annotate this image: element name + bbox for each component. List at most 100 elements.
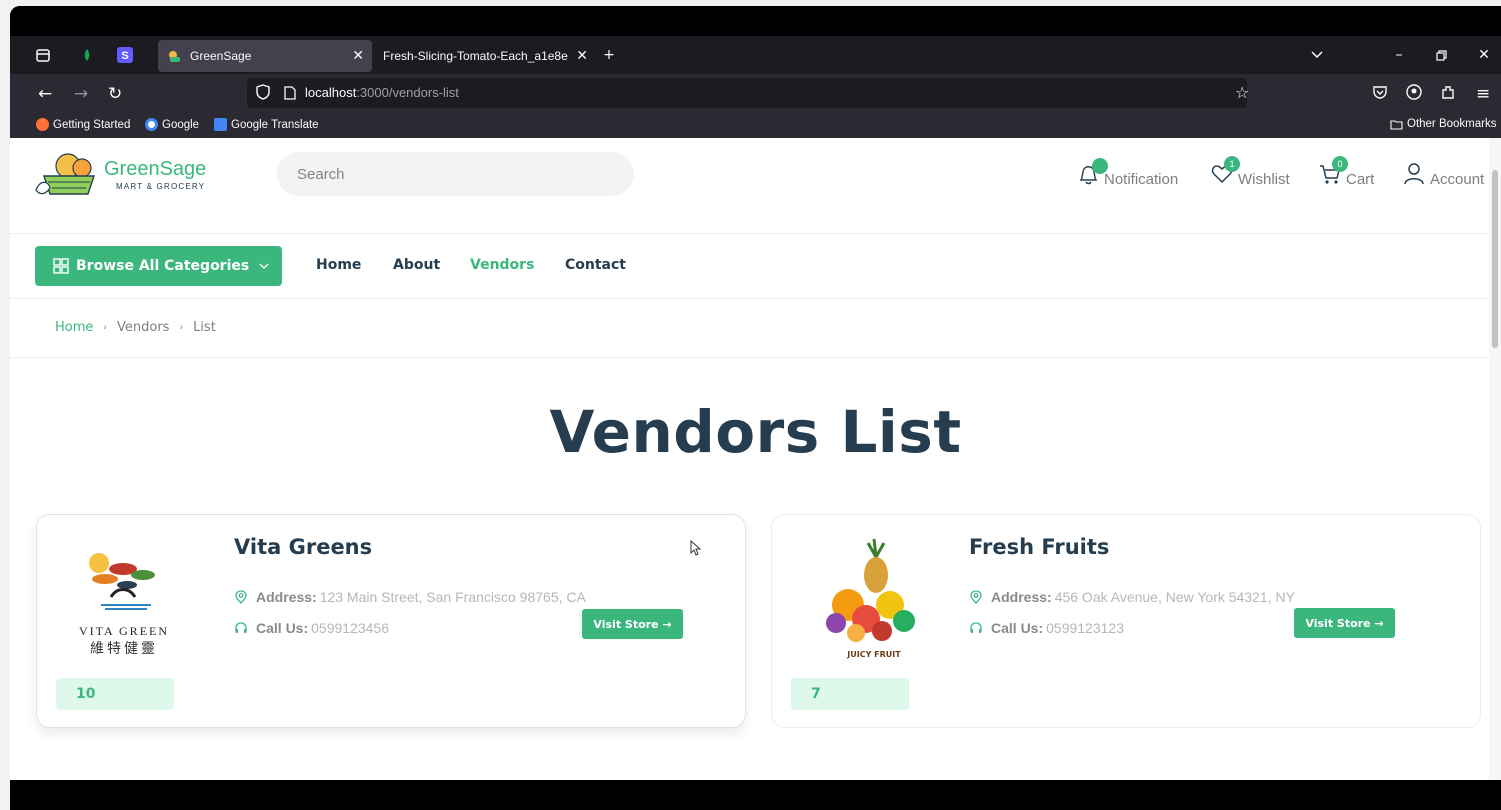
address-bar[interactable]: localhost:3000/vendors-list ☆ <box>247 78 1249 108</box>
vendor-logo-text: VITA GREEN <box>79 624 169 638</box>
phone-value: 0599123456 <box>311 620 389 636</box>
address-value: 456 Oak Avenue, New York 54321, NY <box>1054 589 1295 605</box>
visit-store-button[interactable]: Visit Store → <box>582 609 683 639</box>
bookmark-label: Other Bookmarks <box>1407 118 1497 130</box>
shield-icon[interactable] <box>256 84 270 104</box>
bookmark-label: Google Translate <box>231 118 319 131</box>
account-label: Account <box>1430 171 1485 188</box>
restore-icon[interactable] <box>1432 46 1450 64</box>
chevron-right-icon: › <box>179 322 184 333</box>
browse-categories-label: Browse All Categories <box>76 258 250 274</box>
close-tab-icon[interactable]: ✕ <box>576 47 588 64</box>
web-page: GreenSage MART & GROCERY Search Notifica… <box>10 138 1501 780</box>
reload-icon[interactable]: ↻ <box>108 84 122 104</box>
vendor-address: Address: 456 Oak Avenue, New York 54321,… <box>969 589 1295 605</box>
cart-icon: 0 <box>1318 156 1348 188</box>
close-tab-icon[interactable]: ✕ <box>352 47 364 64</box>
bookmark-label: Getting Started <box>53 118 131 131</box>
vendor-logo[interactable]: VITA GREEN 維特健靈 <box>61 535 211 665</box>
stripe-extension-icon[interactable]: S <box>116 46 134 64</box>
bookmark-getting-started[interactable]: Getting Started <box>36 118 130 131</box>
tab-title: GreenSage <box>190 49 252 63</box>
tab-bar: S GreenSage ✕ Fresh-Slicing-Tomato-Each_… <box>10 36 1501 74</box>
breadcrumb-home[interactable]: Home <box>55 320 93 335</box>
svg-text:S: S <box>121 50 128 62</box>
mouse-cursor-icon <box>690 540 702 556</box>
notification-link[interactable]: Notification <box>1076 158 1178 188</box>
window-bottom-edge <box>10 780 1501 810</box>
account-icon[interactable] <box>1406 84 1422 105</box>
forward-icon[interactable]: → <box>74 84 88 104</box>
url-host: localhost <box>305 85 357 100</box>
phone-value: 0599123123 <box>1046 620 1124 636</box>
chevron-down-icon <box>259 260 269 273</box>
headphones-icon <box>970 622 982 633</box>
browser-window: S GreenSage ✕ Fresh-Slicing-Tomato-Each_… <box>10 6 1501 810</box>
bookmark-google[interactable]: Google <box>145 118 199 131</box>
other-bookmarks[interactable]: Other Bookmarks <box>1390 118 1496 130</box>
menu-divider <box>10 298 1490 299</box>
new-tab-icon[interactable]: + <box>600 46 618 64</box>
vendor-product-count: 7 <box>791 678 909 710</box>
search-input[interactable]: Search <box>277 152 634 196</box>
vendor-phone: Call Us: 0599123123 <box>969 620 1124 636</box>
tab-list-icon[interactable] <box>34 46 52 64</box>
cart-count-badge: 0 <box>1332 156 1348 172</box>
heart-icon: 1 <box>1210 156 1240 188</box>
folder-icon <box>1390 119 1403 130</box>
breadcrumb: Home › Vendors › List <box>55 320 216 335</box>
menu-home[interactable]: Home <box>316 257 361 273</box>
account-link[interactable]: Account <box>1402 162 1484 188</box>
wishlist-count-badge: 1 <box>1224 156 1240 172</box>
vita-green-logo-icon: VITA GREEN 維特健靈 <box>79 553 169 657</box>
window-top-edge <box>10 6 1501 36</box>
vendor-product-count: 10 <box>56 678 174 710</box>
url-path: :3000/vendors-list <box>356 85 459 100</box>
minimize-icon[interactable]: – <box>1390 46 1408 64</box>
breadcrumb-vendors[interactable]: Vendors <box>117 320 169 335</box>
notification-badge <box>1092 158 1108 174</box>
browse-categories-button[interactable]: Browse All Categories <box>35 246 282 286</box>
vendor-card: JUICY FRUIT Fresh Fruits Address: 456 Oa… <box>771 514 1481 728</box>
chevron-right-icon: › <box>103 322 107 333</box>
wishlist-link[interactable]: 1 Wishlist <box>1210 156 1290 188</box>
header-divider <box>10 233 1490 234</box>
extensions-icon[interactable] <box>1440 84 1456 105</box>
greensage-logo[interactable]: GreenSage MART & GROCERY <box>34 150 214 200</box>
user-icon <box>1402 162 1428 188</box>
mongodb-extension-icon[interactable] <box>78 46 96 64</box>
grid-icon <box>53 258 69 274</box>
vendor-name[interactable]: Fresh Fruits <box>969 535 1109 559</box>
cart-link[interactable]: 0 Cart <box>1318 156 1374 188</box>
bookmark-star-icon[interactable]: ☆ <box>1235 83 1249 102</box>
tab-tomato[interactable]: Fresh-Slicing-Tomato-Each_a1e8e4 ✕ <box>378 40 598 72</box>
page-scrollbar[interactable] <box>1489 138 1501 780</box>
vendor-address: Address: 123 Main Street, San Francisco … <box>234 589 586 605</box>
breadcrumb-list: List <box>193 320 216 335</box>
map-pin-icon <box>235 590 247 604</box>
menu-vendors[interactable]: Vendors <box>470 257 534 273</box>
scrollbar-thumb[interactable] <box>1492 170 1498 348</box>
pocket-icon[interactable] <box>1372 84 1388 104</box>
wishlist-label: Wishlist <box>1238 171 1290 188</box>
vendor-phone: Call Us: 0599123456 <box>234 620 389 636</box>
bookmark-label: Google <box>162 118 200 131</box>
visit-store-button[interactable]: Visit Store → <box>1294 608 1395 638</box>
call-label: Call Us: <box>256 620 309 636</box>
back-icon[interactable]: ← <box>38 84 52 104</box>
bookmark-google-translate[interactable]: Google Translate <box>214 118 319 131</box>
list-all-tabs-icon[interactable] <box>1308 46 1326 64</box>
firefox-icon <box>36 118 49 131</box>
vendor-logo-text: JUICY FRUIT <box>846 650 901 659</box>
vendor-logo[interactable]: JUICY FRUIT <box>796 535 946 665</box>
url-text: localhost:3000/vendors-list <box>305 85 459 100</box>
menu-about[interactable]: About <box>393 257 440 273</box>
address-label: Address: <box>991 589 1052 605</box>
menu-icon[interactable]: ≡ <box>1476 84 1490 104</box>
close-window-icon[interactable]: ✕ <box>1475 46 1493 64</box>
menu-contact[interactable]: Contact <box>565 257 626 273</box>
navigation-bar: ← → ↻ localhost:3000/vendors-list ☆ ≡ <box>10 74 1501 114</box>
vendor-name[interactable]: Vita Greens <box>234 535 372 559</box>
tab-greensage[interactable]: GreenSage ✕ <box>158 40 372 72</box>
tab-title: Fresh-Slicing-Tomato-Each_a1e8e4 <box>383 49 568 63</box>
